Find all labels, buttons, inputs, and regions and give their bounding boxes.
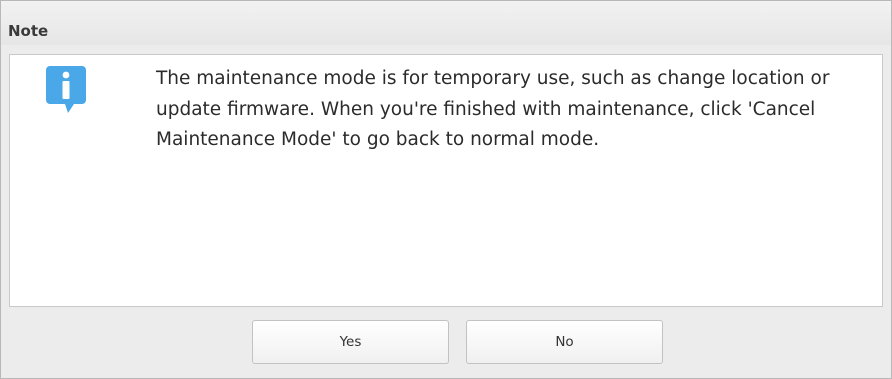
info-icon [46, 66, 86, 113]
dialog-message: The maintenance mode is for temporary us… [156, 68, 830, 150]
dialog-title-bar[interactable]: Note [1, 1, 891, 45]
dialog-title: Note [8, 22, 49, 40]
yes-button[interactable]: Yes [252, 320, 449, 364]
note-dialog: Note The maintenance mode is for tempora… [0, 0, 892, 379]
no-button[interactable]: No [466, 320, 663, 364]
